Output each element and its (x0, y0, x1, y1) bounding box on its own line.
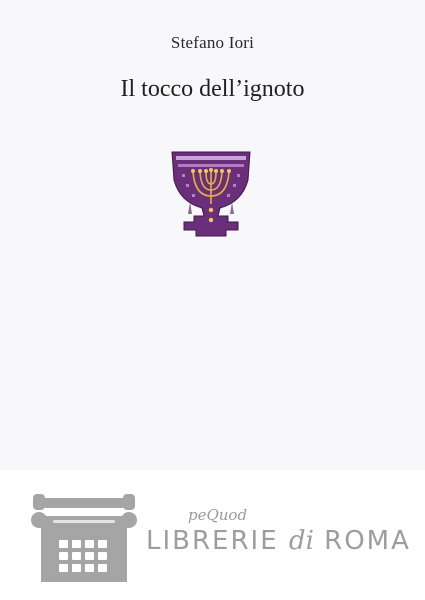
publisher-imprint: peQuod (188, 506, 248, 524)
book-title: Il tocco dell’ignoto (120, 76, 305, 102)
menorah-chalice-icon (171, 151, 251, 237)
publisher-name: LIBRERIE di ROMA (146, 526, 411, 556)
book-cover-page: Stefano Iori Il tocco dell’ignoto (0, 0, 425, 470)
typewriter-icon (31, 494, 137, 582)
publisher-name-part2: di (288, 526, 314, 556)
publisher-banner: peQuod LIBRERIE di ROMA (0, 470, 425, 600)
publisher-name-part3: ROMA (324, 526, 411, 556)
publisher-name-part1: LIBRERIE (146, 526, 279, 556)
author-name: Stefano Iori (170, 33, 255, 52)
